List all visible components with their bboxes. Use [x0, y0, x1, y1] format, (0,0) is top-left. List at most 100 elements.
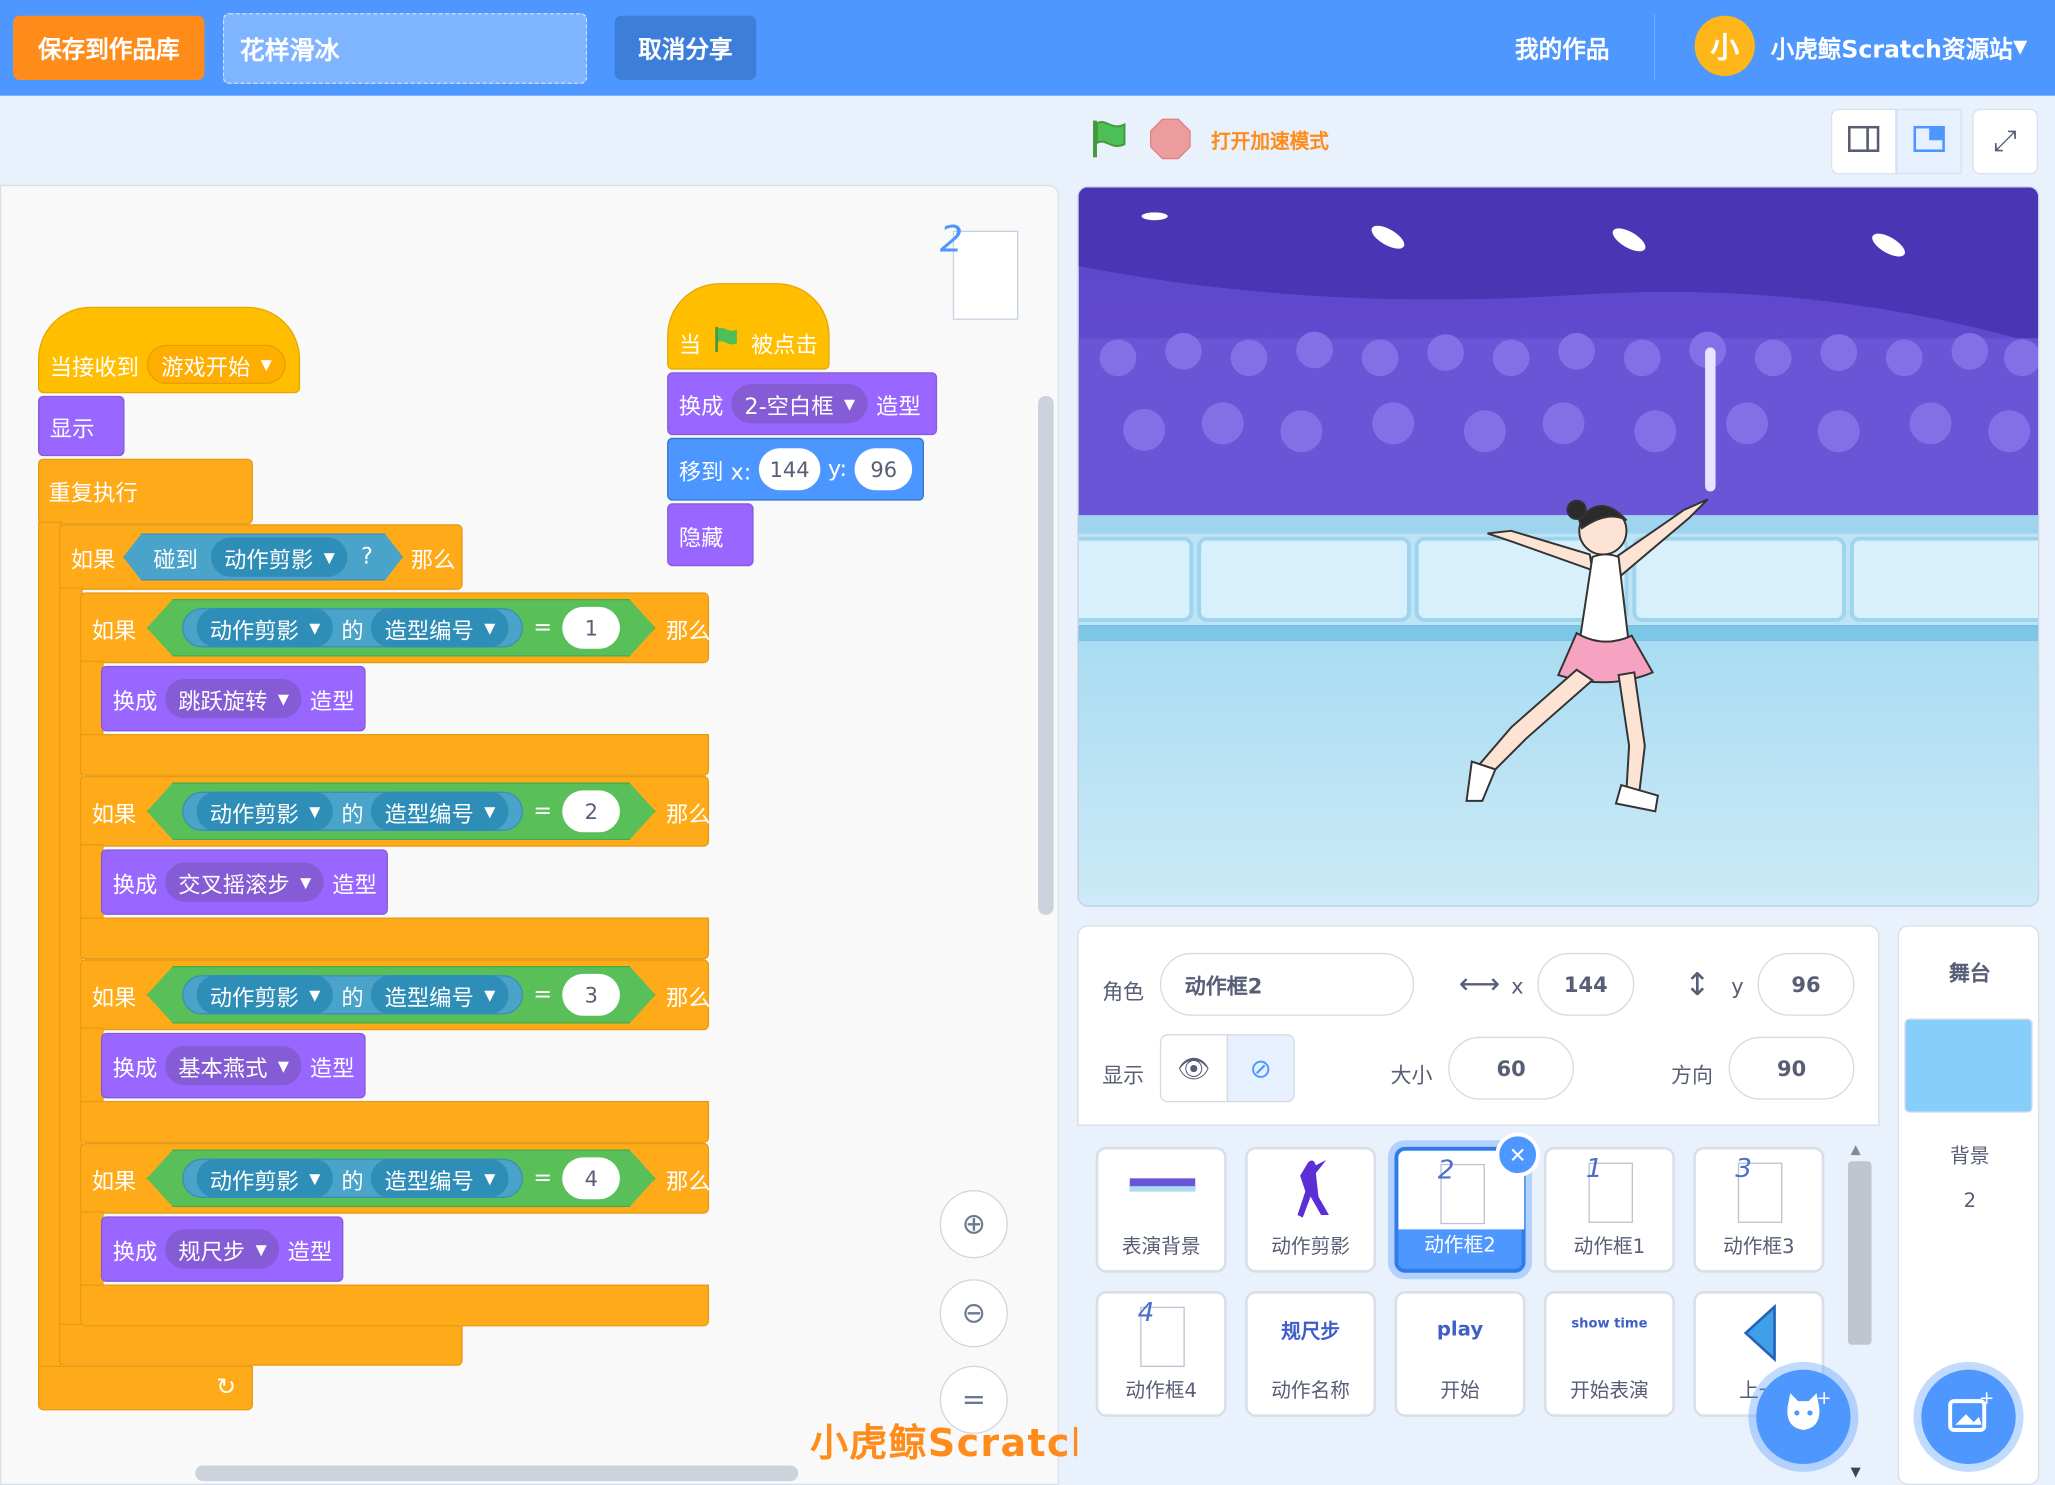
sensing-of-block[interactable]: 动作剪影 ▼ 的 造型编号 ▼ [182, 792, 523, 831]
costume-dropdown[interactable]: 2-空白框 ▼ [731, 384, 869, 424]
account-name[interactable]: 小虎鲸Scratch资源站 [1771, 31, 2013, 65]
sprite-tile[interactable]: 2 动作框2 ✕ [1394, 1132, 1540, 1273]
sprite-dropdown[interactable]: 动作剪影 ▼ [197, 1159, 334, 1198]
show-visible-button[interactable]: 👁 [1159, 1034, 1229, 1103]
message-dropdown[interactable]: 游戏开始 ▼ [146, 344, 287, 385]
direction-input[interactable]: 90 [1728, 1036, 1855, 1100]
value-input[interactable]: 4 [562, 1157, 620, 1199]
scrollbar-thumb[interactable] [1847, 1161, 1872, 1345]
project-title-input[interactable]: 花样滑冰 [222, 13, 588, 84]
y-arrow-icon: ↕ [1684, 965, 1711, 1003]
turbo-mode-toggle[interactable]: 打开加速模式 [1211, 127, 1329, 155]
sprite-tile[interactable]: 表演背景 [1095, 1146, 1227, 1273]
costume-dropdown[interactable]: 跳跃旋转 ▼ [165, 678, 303, 719]
scroll-up-icon[interactable]: ▲ [1851, 1143, 1861, 1157]
costume-dropdown[interactable]: 规尺步 ▼ [165, 1229, 280, 1269]
x-input[interactable]: 144 [1537, 952, 1635, 1016]
dropdown-arrow-icon: ▼ [843, 395, 856, 413]
sprite-name-input[interactable]: 动作框2 [1159, 952, 1415, 1016]
value-input[interactable]: 1 [562, 607, 620, 649]
then-label: 那么 [666, 1168, 711, 1195]
property-dropdown[interactable]: 造型编号 ▼ [372, 608, 509, 647]
sensing-of-block[interactable]: 动作剪影 ▼ 的 造型编号 ▼ [182, 1159, 523, 1198]
green-flag-icon[interactable] [1088, 118, 1130, 165]
sprite-tile[interactable]: 规尺步 动作名称 [1245, 1291, 1377, 1417]
value-input[interactable]: 3 [562, 974, 620, 1016]
vertical-scrollbar[interactable] [1037, 395, 1054, 915]
size-input[interactable]: 60 [1448, 1036, 1575, 1100]
stage[interactable] [1077, 186, 2040, 908]
property-dropdown[interactable]: 造型编号 ▼ [372, 975, 509, 1014]
property-dropdown[interactable]: 造型编号 ▼ [372, 792, 509, 831]
equals-operator[interactable]: 动作剪影 ▼ 的 造型编号 ▼ = 2 [147, 782, 656, 840]
add-sprite-button[interactable]: + [1756, 1369, 1851, 1465]
fullscreen-button[interactable]: ⤢ [1972, 108, 2038, 175]
sensing-of-block[interactable]: 动作剪影 ▼ 的 造型编号 ▼ [182, 608, 523, 647]
sprite-list-scrollbar[interactable]: ▲ ▼ [1845, 1140, 1874, 1485]
sprite-dropdown[interactable]: 动作剪影 ▼ [197, 608, 334, 647]
if-costume-equals-block[interactable]: 如果 动作剪影 ▼ 的 造型编号 ▼ = 1 那么 [79, 592, 711, 664]
sprite-tile[interactable]: play 开始 [1394, 1291, 1526, 1417]
switch-costume-block[interactable]: 换成 2-空白框 ▼ 造型 [667, 372, 938, 436]
sprite-tile[interactable]: 4 动作框4 [1095, 1291, 1227, 1417]
delete-sprite-button[interactable]: ✕ [1495, 1132, 1540, 1178]
small-stage-button[interactable] [1830, 108, 1897, 175]
switch-costume-block[interactable]: 换成 交叉摇滚步 ▼ 造型 [100, 849, 389, 915]
when-receive-hat[interactable]: 当接收到 游戏开始 ▼ [38, 306, 301, 394]
avatar[interactable]: 小 [1694, 15, 1755, 77]
dropdown-arrow-icon: ▼ [309, 986, 321, 1004]
sprite-tile-name: 动作剪影 [1271, 1234, 1350, 1259]
costume-dropdown[interactable]: 基本燕式 ▼ [165, 1045, 303, 1086]
when-flag-clicked-hat[interactable]: 当 被点击 [667, 283, 830, 370]
sprite-dropdown[interactable]: 动作剪影 ▼ [197, 792, 334, 831]
size-label: 大小 [1390, 1062, 1433, 1088]
touching-block[interactable]: 碰到 动作剪影 ▼ ? [123, 533, 403, 580]
sprite-tile[interactable]: 动作剪影 [1245, 1146, 1377, 1273]
costume-name: 交叉摇滚步 [178, 872, 290, 899]
code-area[interactable]: 2 当接收到 游戏开始 ▼ 显示 重复执行 ↻ 如果 碰到 动作剪影 ▼ ? 那么 [0, 184, 1059, 1485]
property-dropdown[interactable]: 造型编号 ▼ [372, 1159, 509, 1198]
sprite-tile[interactable]: 3 动作框3 [1693, 1146, 1825, 1273]
equals-operator[interactable]: 动作剪影 ▼ 的 造型编号 ▼ = 3 [147, 966, 656, 1024]
sprite-tile[interactable]: show time 开始表演 [1543, 1291, 1675, 1417]
equals-operator[interactable]: 动作剪影 ▼ 的 造型编号 ▼ = 4 [147, 1149, 656, 1207]
sprite-tile[interactable]: 1 动作框1 [1543, 1146, 1675, 1273]
backdrop-thumbnail[interactable] [1904, 1018, 2033, 1113]
equals-operator[interactable]: 动作剪影 ▼ 的 造型编号 ▼ = 1 [147, 599, 656, 657]
value-input[interactable]: 2 [562, 790, 620, 832]
sensing-of-block[interactable]: 动作剪影 ▼ 的 造型编号 ▼ [182, 975, 523, 1014]
y-input[interactable]: 96 [1757, 952, 1855, 1016]
of-label: 的 [341, 984, 364, 1012]
sprite-thumbnail: play [1397, 1294, 1523, 1373]
if-touching-block[interactable]: 如果 碰到 动作剪影 ▼ ? 那么 [58, 524, 463, 590]
zoom-in-button[interactable]: ⊕ [939, 1190, 1008, 1259]
y-input[interactable]: 96 [854, 448, 913, 491]
if-costume-equals-block[interactable]: 如果 动作剪影 ▼ 的 造型编号 ▼ = 2 那么 [79, 775, 711, 847]
sprite-tile-name: 表演背景 [1121, 1234, 1201, 1259]
show-hidden-button[interactable]: ⊘ [1226, 1034, 1295, 1103]
hide-block[interactable]: 隐藏 [667, 503, 754, 567]
switch-costume-block[interactable]: 换成 基本燕式 ▼ 造型 [100, 1032, 367, 1099]
touching-dropdown[interactable]: 动作剪影 ▼ [211, 537, 348, 576]
sprite-dropdown[interactable]: 动作剪影 ▼ [197, 975, 334, 1014]
switch-costume-block[interactable]: 换成 跳跃旋转 ▼ 造型 [100, 665, 367, 732]
chevron-down-icon[interactable]: ▼ [2013, 37, 2027, 58]
costume-dropdown[interactable]: 交叉摇滚步 ▼ [165, 862, 325, 902]
my-works-link[interactable]: 我的作品 [1515, 31, 1609, 65]
loop-arrow-icon: ↻ [216, 1373, 237, 1402]
show-block[interactable]: 显示 [38, 395, 125, 457]
switch-costume-block[interactable]: 换成 规尺步 ▼ 造型 [100, 1216, 344, 1282]
add-backdrop-button[interactable]: + [1921, 1369, 2016, 1465]
stop-icon[interactable] [1149, 118, 1191, 165]
unshare-button[interactable]: 取消分享 [614, 15, 757, 80]
if-costume-equals-block[interactable]: 如果 动作剪影 ▼ 的 造型编号 ▼ = 3 那么 [79, 959, 711, 1031]
go-to-xy-block[interactable]: 移到 x: 144 y: 96 [667, 437, 924, 501]
zoom-out-button[interactable]: ⊖ [939, 1279, 1008, 1348]
save-to-library-button[interactable]: 保存到作品库 [13, 15, 205, 80]
normal-stage-button[interactable] [1896, 108, 1962, 175]
horizontal-scrollbar[interactable] [195, 1465, 799, 1482]
x-input[interactable]: 144 [759, 448, 821, 491]
switch-label: 换成 [678, 393, 724, 421]
if-costume-equals-block[interactable]: 如果 动作剪影 ▼ 的 造型编号 ▼ = 4 那么 [79, 1142, 711, 1214]
scroll-down-icon[interactable]: ▼ [1851, 1465, 1861, 1479]
